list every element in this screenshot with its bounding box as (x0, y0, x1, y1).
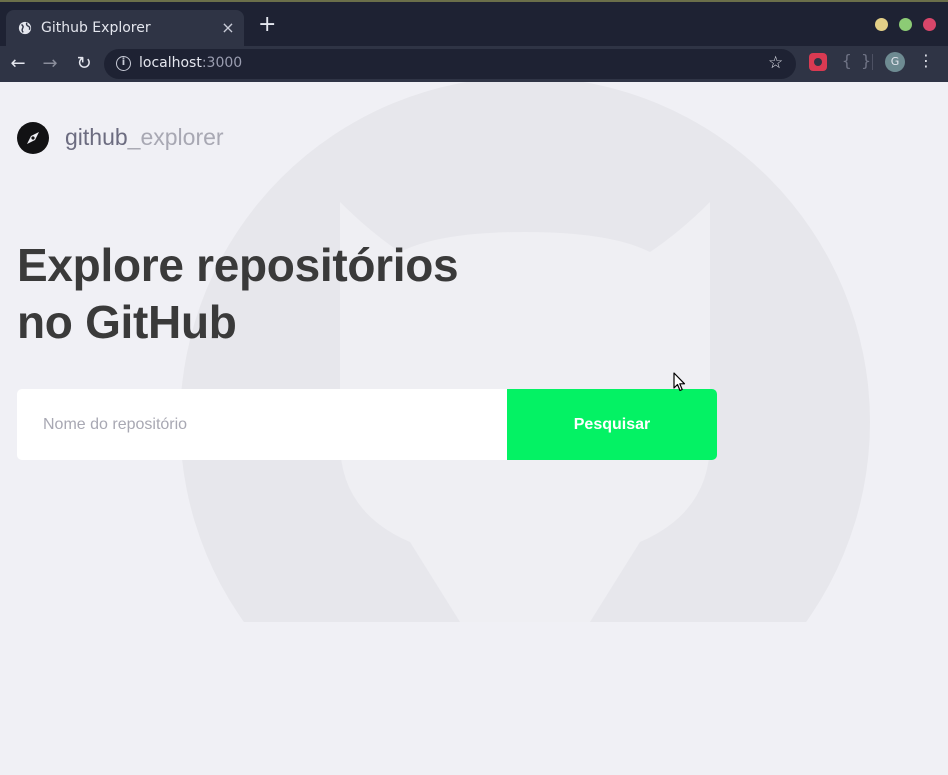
page-body: github_explorer Explore repositórios no … (0, 82, 948, 775)
app-logo-text: github_explorer (65, 124, 224, 150)
page-title-line-2: no GitHub (17, 296, 237, 348)
window-maximize-button[interactable] (899, 18, 912, 31)
repository-search-input[interactable] (17, 389, 507, 460)
browser-titlebar: Github Explorer × + (0, 0, 948, 48)
page-title-line-1: Explore repositórios (17, 239, 459, 291)
page-title: Explore repositórios no GitHub (17, 237, 537, 351)
search-button[interactable]: Pesquisar (507, 389, 717, 460)
reload-icon[interactable]: ↻ (72, 52, 96, 76)
extension-icon[interactable] (809, 53, 827, 71)
url-text: localhost:3000 (139, 55, 243, 71)
tab-close-icon[interactable]: × (220, 20, 236, 36)
browser-toolbar: ← → ↻ i localhost:3000 ☆ (0, 46, 948, 82)
globe-icon (18, 21, 32, 35)
toolbar-divider (872, 54, 873, 70)
tab-title: Github Explorer (41, 20, 151, 36)
window-minimize-button[interactable] (875, 18, 888, 31)
forward-arrow-icon[interactable]: → (38, 52, 62, 76)
braces-extension-icon[interactable]: { } (842, 51, 871, 70)
info-icon[interactable]: i (116, 56, 131, 71)
new-tab-plus-icon[interactable]: + (258, 14, 276, 36)
mouse-cursor-icon (673, 372, 686, 392)
bookmark-star-icon[interactable]: ☆ (768, 53, 783, 73)
browser-tab[interactable]: Github Explorer × (6, 10, 244, 48)
browser-menu-icon[interactable]: ⋮ (918, 51, 934, 71)
github-octocat-background-icon (180, 82, 870, 622)
window-close-button[interactable] (923, 18, 936, 31)
compass-icon (17, 122, 49, 154)
back-arrow-icon[interactable]: ← (6, 52, 30, 76)
address-bar[interactable]: i localhost:3000 ☆ (104, 49, 796, 79)
profile-avatar[interactable]: G (885, 52, 905, 72)
